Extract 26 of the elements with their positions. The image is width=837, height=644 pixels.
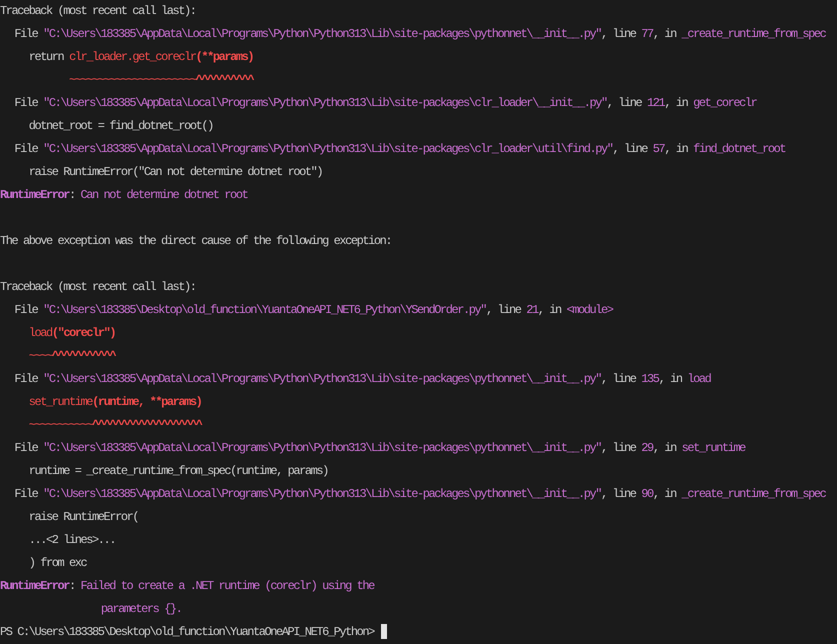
source-code-line: ~~~~^^^^^^^^^^^ bbox=[28, 348, 116, 365]
source-code-line: raise RuntimeError("Can not determine dotnet root") bbox=[28, 164, 322, 181]
traceback-frame-line: File "C:\Users\183385\AppData\Local\Programs\Python\Python313\Lib\site-packages\pythonnet\__init__.py", line 29, in set_runtime bbox=[13, 440, 745, 457]
output-line: The above exception was the direct cause of the following exception: bbox=[0, 233, 392, 250]
traceback-frame-line: File "C:\Users\183385\Desktop\old_function\YuantaOneAPI_NET6_Python\YSendOrder.py", line 21, in <module> bbox=[13, 302, 613, 319]
output-line: Traceback (most recent call last): bbox=[0, 3, 196, 20]
source-code-line: set_runtime(runtime, **params) bbox=[28, 394, 202, 411]
source-code-line: load("coreclr") bbox=[28, 325, 116, 342]
source-code-line: ~~~~~~~~~~~^^^^^^^^^^^^^^^^^^^ bbox=[28, 417, 202, 434]
error-message-line: parameters {}. bbox=[100, 601, 182, 618]
source-code-line: ...<2 lines>... bbox=[28, 532, 116, 549]
source-code-line: dotnet_root = find_dotnet_root() bbox=[28, 118, 213, 135]
traceback-frame-line: File "C:\Users\183385\AppData\Local\Programs\Python\Python313\Lib\site-packages\pythonnet\__init__.py", line 135, in load bbox=[13, 371, 710, 388]
traceback-frame-line: File "C:\Users\183385\AppData\Local\Programs\Python\Python313\Lib\site-packages\clr_loader\__init__.py", line 121, in get_coreclr bbox=[13, 95, 756, 112]
source-code-line: return clr_loader.get_coreclr(**params) bbox=[28, 49, 254, 66]
source-code-line: runtime = _create_runtime_from_spec(runtime, params) bbox=[28, 463, 328, 480]
source-code-line: ~~~~~~~~~~~~~~~~~~~~~~^^^^^^^^^^ bbox=[68, 72, 254, 89]
output-line: RuntimeError: Can not determine dotnet root bbox=[0, 187, 248, 204]
source-code-line: ) from exc bbox=[28, 555, 86, 572]
traceback-frame-line: File "C:\Users\183385\AppData\Local\Programs\Python\Python313\Lib\site-packages\pythonnet\__init__.py", line 77, in _create_runtime_from_spec bbox=[13, 26, 826, 43]
traceback-frame-line: File "C:\Users\183385\AppData\Local\Programs\Python\Python313\Lib\site-packages\clr_loader\util\find.py", line 57, in find_dotnet_root bbox=[13, 141, 786, 158]
shell-prompt: PS C:\Users\183385\Desktop\old_function\YuantaOneAPI_NET6_Python> bbox=[0, 621, 387, 644]
source-code-line: raise RuntimeError( bbox=[28, 509, 138, 526]
output-line: RuntimeError: Failed to create a .NET runtime (coreclr) using the bbox=[0, 578, 374, 595]
output-line: Traceback (most recent call last): bbox=[0, 279, 196, 296]
traceback-frame-line: File "C:\Users\183385\AppData\Local\Programs\Python\Python313\Lib\site-packages\pythonnet\__init__.py", line 90, in _create_runtime_from_spec bbox=[13, 486, 826, 503]
